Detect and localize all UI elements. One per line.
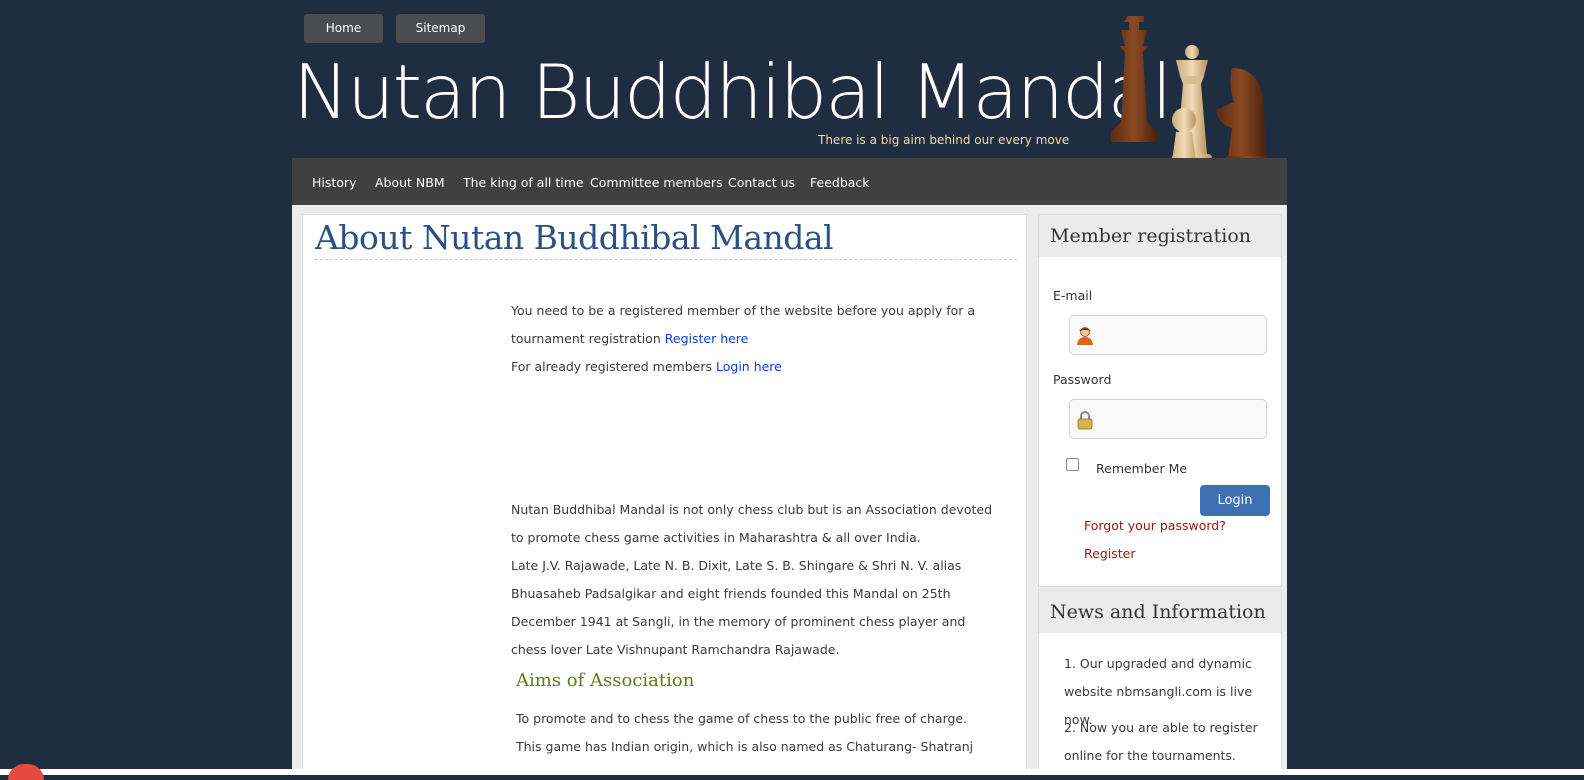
register-link[interactable]: Register: [1084, 546, 1135, 561]
corner-widget[interactable]: [8, 764, 44, 780]
register-here-link[interactable]: Register here: [665, 331, 749, 346]
about-para-1: Nutan Buddhibal Mandal is not only chess…: [511, 502, 993, 545]
news-heading: News and Information: [1039, 591, 1281, 633]
sitemap-button[interactable]: Sitemap: [396, 14, 485, 43]
aims-heading: Aims of Association: [516, 670, 695, 691]
home-button[interactable]: Home: [304, 14, 383, 43]
site-tagline: There is a big aim behind our every move: [818, 133, 1070, 147]
forgot-password-link[interactable]: Forgot your password?: [1084, 518, 1226, 533]
about-para-2: Late J.V. Rajawade, Late N. B. Dixit, La…: [511, 558, 966, 657]
login-here-link[interactable]: Login here: [716, 359, 782, 374]
nav-item-king[interactable]: The king of all time: [463, 158, 584, 205]
main-navigation: History About NBM The king of all time C…: [292, 158, 1287, 205]
password-field[interactable]: [1069, 399, 1267, 439]
about-paragraph: Nutan Buddhibal Mandal is not only chess…: [511, 496, 1001, 664]
lock-icon: [1077, 411, 1093, 430]
nav-item-committee[interactable]: Committee members: [590, 158, 723, 205]
nav-item-history[interactable]: History: [312, 158, 356, 205]
password-label: Password: [1053, 372, 1112, 387]
notice-login-text: For already registered members: [511, 359, 713, 374]
nav-item-about[interactable]: About NBM: [375, 158, 445, 205]
registration-notice: You need to be a registered member of th…: [511, 297, 1001, 381]
page-title: About Nutan Buddhibal Mandal: [315, 218, 834, 257]
email-label: E-mail: [1053, 288, 1093, 303]
email-field[interactable]: [1069, 315, 1267, 355]
nav-item-contact[interactable]: Contact us: [728, 158, 795, 205]
news-item: 2. Now you are able to register online f…: [1064, 720, 1258, 763]
title-divider: [315, 259, 1017, 260]
user-icon: [1077, 327, 1093, 345]
remember-me-label: Remember Me: [1096, 461, 1188, 476]
bottom-edge: [0, 769, 1584, 775]
aims-text: To promote and to chess the game of ches…: [516, 711, 974, 754]
member-registration-heading: Member registration: [1039, 215, 1281, 257]
remember-me-checkbox[interactable]: [1066, 458, 1079, 471]
site-title: Nutan Buddhibal Mandal: [293, 48, 1172, 136]
nav-item-feedback[interactable]: Feedback: [810, 158, 870, 205]
login-button[interactable]: Login: [1200, 485, 1270, 516]
